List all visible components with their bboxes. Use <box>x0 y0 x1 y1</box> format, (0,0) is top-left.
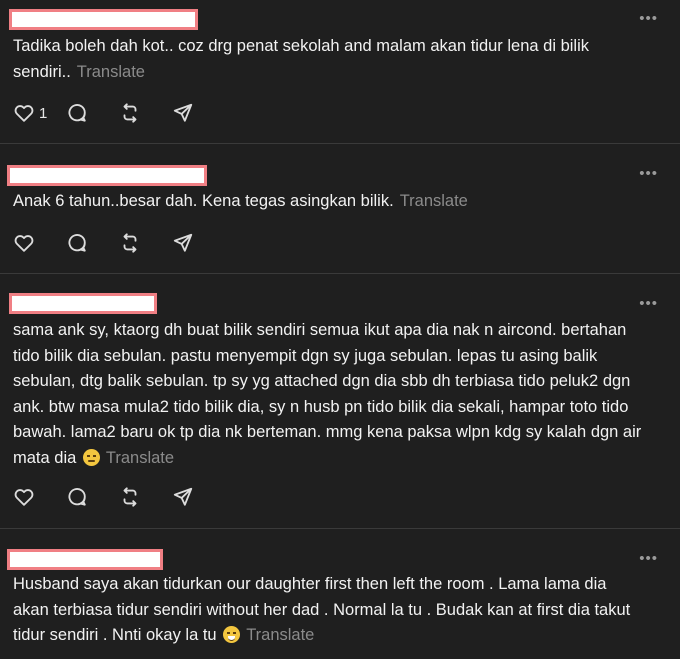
heart-icon <box>14 105 34 122</box>
comment-text: sama ank sy, ktaorg dh buat bilik sendir… <box>13 318 643 471</box>
more-options-icon[interactable]: ••• <box>639 166 658 181</box>
redacted-username <box>7 165 207 186</box>
heart-icon <box>14 489 34 506</box>
share-button[interactable] <box>172 485 225 509</box>
comment-bubble-icon <box>68 488 86 506</box>
translate-link[interactable]: Translate <box>77 63 145 81</box>
heart-icon <box>14 235 34 252</box>
action-bar <box>13 231 225 255</box>
like-button[interactable] <box>13 231 66 255</box>
action-bar <box>13 485 225 509</box>
share-button[interactable] <box>172 231 225 255</box>
like-count: 1 <box>39 104 48 122</box>
repost-button[interactable] <box>119 231 172 255</box>
send-icon <box>173 233 193 252</box>
comment-post: ••• Husband saya akan tidurkan our daugh… <box>0 529 680 659</box>
reply-button[interactable] <box>66 231 119 255</box>
send-icon <box>173 103 193 122</box>
reply-button[interactable] <box>66 101 119 125</box>
redacted-username <box>9 293 157 314</box>
repost-icon <box>123 233 137 253</box>
comment-body: Husband saya akan tidurkan our daughter … <box>13 575 631 644</box>
comment-text: Husband saya akan tidurkan our daughter … <box>13 572 643 649</box>
comment-post: ••• Tadika boleh dah kot.. coz drg penat… <box>0 0 680 143</box>
like-button[interactable] <box>13 485 66 509</box>
share-button[interactable] <box>172 101 225 125</box>
redacted-username <box>9 9 198 30</box>
comment-text: Anak 6 tahun..besar dah. Kena tegas asin… <box>13 189 643 215</box>
translate-link[interactable]: Translate <box>106 449 174 467</box>
comment-body: Anak 6 tahun..besar dah. Kena tegas asin… <box>13 192 394 210</box>
comment-bubble-icon <box>68 234 86 252</box>
translate-link[interactable]: Translate <box>400 192 468 210</box>
send-icon <box>173 487 193 506</box>
repost-icon <box>123 487 137 507</box>
repost-icon <box>123 103 137 123</box>
more-options-icon[interactable]: ••• <box>639 296 658 311</box>
downcast-face-emoji <box>82 448 100 466</box>
comment-body: sama ank sy, ktaorg dh buat bilik sendir… <box>13 321 642 467</box>
more-options-icon[interactable]: ••• <box>639 551 658 566</box>
comment-bubble-icon <box>68 104 86 122</box>
reply-button[interactable] <box>66 485 119 509</box>
comment-post: ••• sama ank sy, ktaorg dh buat bilik se… <box>0 274 680 528</box>
comment-text: Tadika boleh dah kot.. coz drg penat sek… <box>13 34 643 85</box>
repost-button[interactable] <box>119 101 172 125</box>
more-options-icon[interactable]: ••• <box>639 11 658 26</box>
action-bar: 1 <box>13 101 225 125</box>
repost-button[interactable] <box>119 485 172 509</box>
grinning-face-emoji <box>223 626 241 643</box>
like-button[interactable]: 1 <box>13 101 66 125</box>
comment-post: ••• Anak 6 tahun..besar dah. Kena tegas … <box>0 144 680 273</box>
translate-link[interactable]: Translate <box>246 626 314 644</box>
redacted-username <box>7 549 163 570</box>
